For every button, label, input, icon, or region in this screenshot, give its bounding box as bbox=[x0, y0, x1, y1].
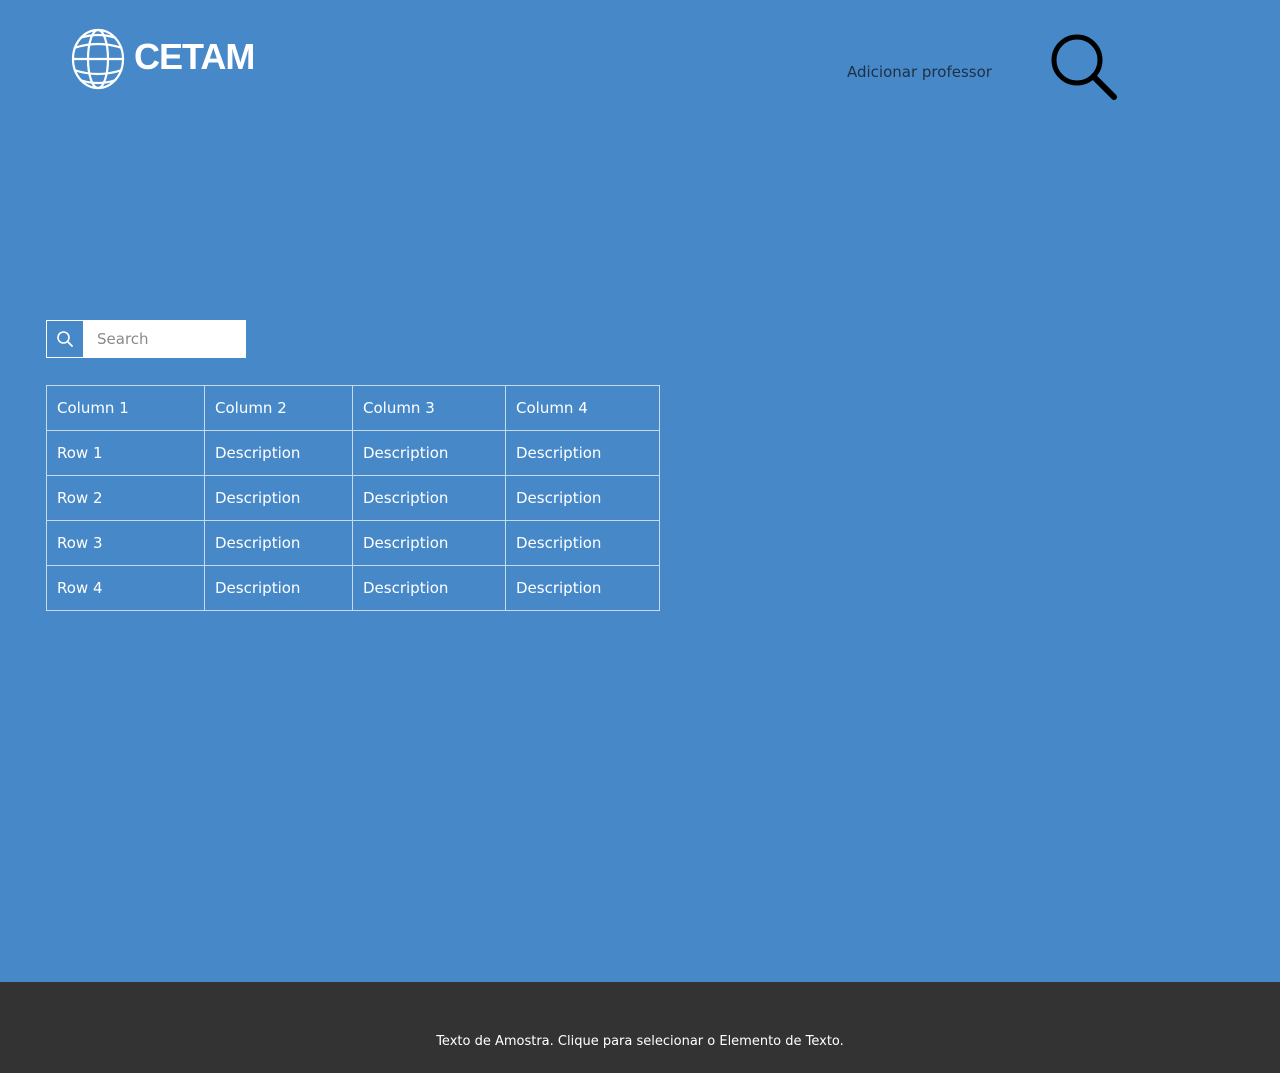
table-cell: Description bbox=[352, 475, 506, 521]
table-cell: Row 2 bbox=[46, 475, 205, 521]
table-cell: Description bbox=[204, 475, 353, 521]
table-cell: Description bbox=[352, 430, 506, 476]
table-cell: Description bbox=[505, 520, 660, 566]
table-row: Row 2 Description Description Descriptio… bbox=[46, 475, 660, 521]
column-header: Column 3 bbox=[352, 385, 506, 431]
data-table: Column 1 Column 2 Column 3 Column 4 Row … bbox=[46, 385, 660, 611]
header-search-button[interactable] bbox=[1048, 31, 1118, 101]
table-search bbox=[46, 320, 246, 358]
logo-text: CETAM bbox=[134, 36, 255, 77]
table-cell: Row 4 bbox=[46, 565, 205, 611]
cetam-logo[interactable]: CETAM bbox=[70, 25, 292, 91]
table-row: Row 1 Description Description Descriptio… bbox=[46, 430, 660, 476]
search-submit-button[interactable] bbox=[47, 321, 84, 357]
table-cell: Description bbox=[352, 565, 506, 611]
table-cell: Description bbox=[204, 520, 353, 566]
footer-text[interactable]: Texto de Amostra. Clique para selecionar… bbox=[0, 1033, 1280, 1051]
globe-icon bbox=[71, 28, 125, 90]
site-footer: Texto de Amostra. Clique para selecionar… bbox=[0, 982, 1280, 1073]
table-cell: Row 3 bbox=[46, 520, 205, 566]
table-row: Row 3 Description Description Descriptio… bbox=[46, 520, 660, 566]
nav-add-professor-link[interactable]: Adicionar professor bbox=[847, 62, 992, 82]
column-header: Column 1 bbox=[46, 385, 205, 431]
table-cell: Description bbox=[505, 430, 660, 476]
table-cell: Description bbox=[505, 565, 660, 611]
table-cell: Description bbox=[505, 475, 660, 521]
table-cell: Row 1 bbox=[46, 430, 205, 476]
table-header-row: Column 1 Column 2 Column 3 Column 4 bbox=[46, 385, 660, 431]
search-input[interactable] bbox=[84, 321, 245, 357]
search-icon bbox=[57, 331, 73, 347]
column-header: Column 4 bbox=[505, 385, 660, 431]
table-cell: Description bbox=[352, 520, 506, 566]
table-row: Row 4 Description Description Descriptio… bbox=[46, 565, 660, 611]
table-cell: Description bbox=[204, 565, 353, 611]
column-header: Column 2 bbox=[204, 385, 353, 431]
table-cell: Description bbox=[204, 430, 353, 476]
search-icon bbox=[1051, 34, 1117, 100]
